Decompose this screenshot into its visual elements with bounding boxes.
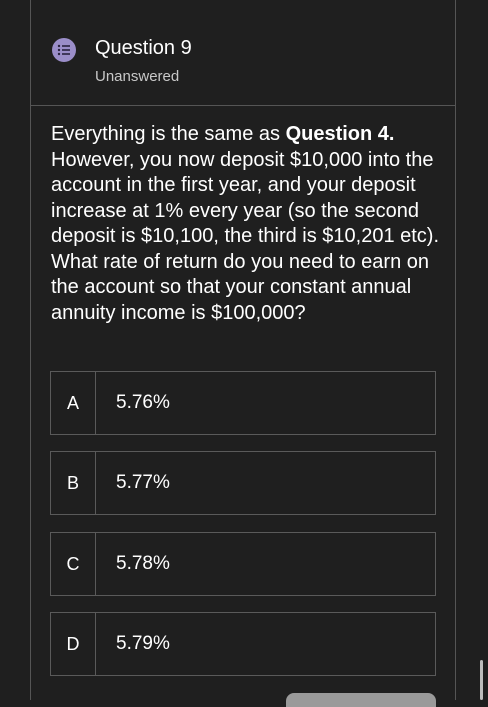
answer-option-b[interactable]: B 5.77% (50, 451, 436, 515)
option-letter: C (51, 533, 96, 595)
bottom-toolbar-handle[interactable] (286, 693, 436, 707)
option-text: 5.76% (116, 392, 170, 413)
answer-option-c[interactable]: C 5.78% (50, 532, 436, 596)
prompt-text-after: However, you now deposit $10,000 into th… (51, 148, 440, 324)
question-panel: Question 9 Unanswered Everything is the … (30, 0, 456, 700)
option-text: 5.77% (116, 472, 170, 493)
list-icon (52, 38, 76, 62)
question-header: Question 9 Unanswered (31, 0, 455, 106)
scrollbar-thumb[interactable] (480, 660, 483, 700)
prompt-question-ref: Question 4. (285, 123, 395, 145)
question-status: Unanswered (95, 68, 180, 85)
option-text: 5.79% (116, 633, 170, 654)
answer-option-a[interactable]: A 5.76% (50, 371, 436, 435)
prompt-text-before: Everything is the same as (51, 123, 286, 145)
question-prompt: Everything is the same as Question 4. Ho… (51, 122, 443, 326)
option-text: 5.78% (116, 553, 170, 574)
option-letter: D (51, 613, 96, 675)
option-letter: B (51, 452, 96, 514)
answer-option-d[interactable]: D 5.79% (50, 612, 436, 676)
option-letter: A (51, 372, 96, 434)
question-title: Question 9 (95, 37, 192, 59)
